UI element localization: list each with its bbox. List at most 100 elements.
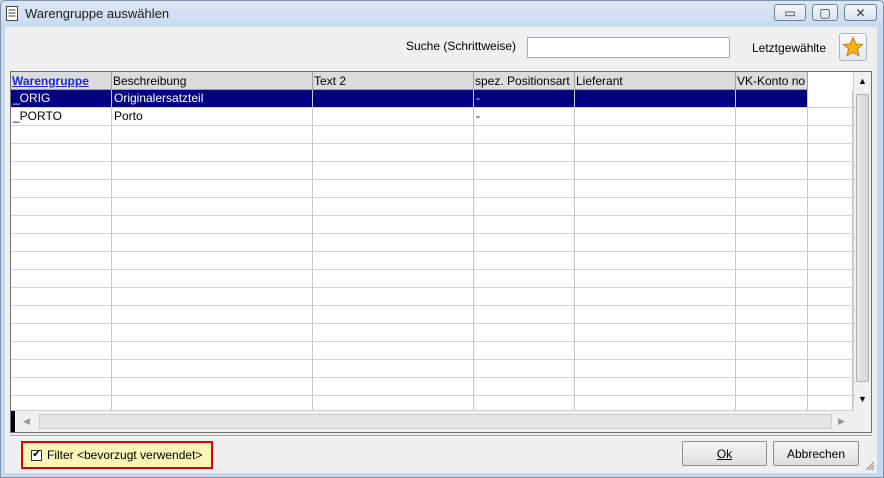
empty-table-row[interactable] <box>11 342 853 360</box>
table-cell <box>808 378 853 396</box>
grid-body: _ORIG Originalersatzteil - _PORTO Porto - <box>11 90 853 410</box>
table-cell <box>11 180 112 198</box>
empty-table-row[interactable] <box>11 144 853 162</box>
table-cell <box>112 216 313 234</box>
title-bar[interactable]: Warengruppe auswählen ▭ ▢ ✕ <box>1 1 883 27</box>
table-cell <box>313 270 474 288</box>
table-cell <box>736 288 808 306</box>
column-header[interactable]: VK-Konto no <box>736 72 808 90</box>
empty-table-row[interactable] <box>11 360 853 378</box>
empty-table-row[interactable] <box>11 270 853 288</box>
horizontal-scrollbar[interactable]: ◀ ▶ <box>11 410 853 432</box>
table-cell <box>474 198 575 216</box>
table-cell <box>808 396 853 410</box>
table-cell <box>808 108 853 126</box>
table-cell <box>11 288 112 306</box>
empty-table-row[interactable] <box>11 324 853 342</box>
table-cell <box>474 288 575 306</box>
table-cell <box>808 198 853 216</box>
scroll-left-icon: ◀ <box>23 415 30 426</box>
table-cell <box>736 198 808 216</box>
resize-grip-icon[interactable] <box>863 459 875 471</box>
table-cell <box>736 216 808 234</box>
empty-table-row[interactable] <box>11 162 853 180</box>
close-button[interactable]: ✕ <box>844 4 877 21</box>
table-cell <box>575 216 736 234</box>
table-cell <box>736 180 808 198</box>
filter-preferred-checkbox[interactable]: ✔ Filter <bevorzugt verwendet> <box>21 441 213 469</box>
table-cell <box>11 306 112 324</box>
table-cell <box>808 144 853 162</box>
table-cell <box>11 234 112 252</box>
empty-table-row[interactable] <box>11 378 853 396</box>
table-cell <box>11 252 112 270</box>
checkmark-icon: ✔ <box>32 449 41 460</box>
table-row[interactable]: _ORIG Originalersatzteil - <box>11 90 853 108</box>
table-cell <box>474 234 575 252</box>
table-cell: Originalersatzteil <box>112 90 313 108</box>
column-header[interactable]: Warengruppe <box>11 72 112 90</box>
table-cell <box>11 342 112 360</box>
scroll-left-button[interactable]: ◀ <box>18 413 35 429</box>
minimize-button[interactable]: ▭ <box>774 4 806 21</box>
table-cell <box>112 126 313 144</box>
vertical-scroll-thumb[interactable] <box>856 94 869 382</box>
empty-table-row[interactable] <box>11 234 853 252</box>
search-input[interactable] <box>527 37 730 58</box>
table-cell <box>736 234 808 252</box>
maximize-button[interactable]: ▢ <box>812 4 838 21</box>
scroll-up-button[interactable]: ▲ <box>854 73 871 89</box>
table-cell <box>808 234 853 252</box>
empty-table-row[interactable] <box>11 126 853 144</box>
table-cell <box>474 216 575 234</box>
table-cell <box>313 90 474 108</box>
table-cell <box>474 342 575 360</box>
table-cell <box>112 288 313 306</box>
data-grid: Warengruppe Beschreibung Text 2 spez. Posit… <box>10 71 872 433</box>
maximize-icon: ▢ <box>819 5 831 20</box>
table-cell <box>808 180 853 198</box>
column-header[interactable]: spez. Positionsart <box>474 72 575 90</box>
search-label: Suche (Schrittweise) <box>406 39 517 53</box>
empty-table-row[interactable] <box>11 288 853 306</box>
recent-label: Letztgewählte <box>752 41 827 55</box>
column-header[interactable]: Text 2 <box>313 72 474 90</box>
table-cell <box>474 360 575 378</box>
table-cell <box>11 324 112 342</box>
table-cell <box>575 252 736 270</box>
table-row[interactable]: _PORTO Porto - <box>11 108 853 126</box>
horizontal-scroll-thumb[interactable] <box>39 414 832 429</box>
table-cell <box>808 324 853 342</box>
table-cell <box>11 396 112 410</box>
table-cell <box>11 216 112 234</box>
table-cell <box>112 270 313 288</box>
empty-table-row[interactable] <box>11 306 853 324</box>
scroll-right-button[interactable]: ▶ <box>833 413 850 429</box>
scroll-down-button[interactable]: ▼ <box>854 391 871 407</box>
document-icon <box>6 6 18 21</box>
table-cell <box>112 360 313 378</box>
table-cell <box>313 342 474 360</box>
recent-selections-button[interactable] <box>839 33 867 61</box>
table-cell <box>575 288 736 306</box>
vertical-scrollbar[interactable]: ▲ ▼ <box>853 72 871 410</box>
table-cell <box>736 162 808 180</box>
table-cell <box>575 90 736 108</box>
table-cell <box>474 144 575 162</box>
table-cell <box>474 126 575 144</box>
table-cell <box>313 144 474 162</box>
column-header[interactable]: Beschreibung <box>112 72 313 90</box>
empty-table-row[interactable] <box>11 216 853 234</box>
scrollbar-corner <box>853 410 871 432</box>
checkbox-icon[interactable]: ✔ <box>31 449 42 461</box>
table-cell <box>736 90 808 108</box>
empty-table-row[interactable] <box>11 396 853 410</box>
cancel-button[interactable]: Abbrechen <box>773 441 859 466</box>
close-icon: ✕ <box>855 5 866 20</box>
ok-button[interactable]: Ok <box>682 441 767 466</box>
column-header[interactable]: Lieferant <box>575 72 736 90</box>
empty-table-row[interactable] <box>11 180 853 198</box>
empty-table-row[interactable] <box>11 198 853 216</box>
empty-table-row[interactable] <box>11 252 853 270</box>
filter-label: Filter <bevorzugt verwendet> <box>47 448 203 462</box>
